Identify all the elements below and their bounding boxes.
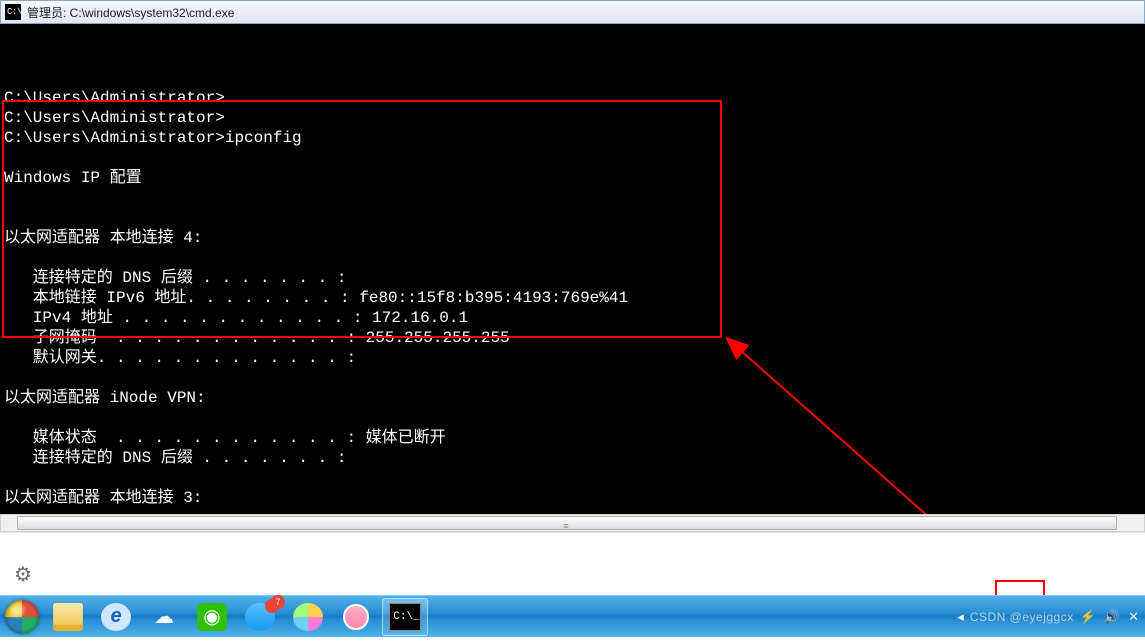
taskbar: e ☁ ◉ 7 C:\_ ◂ CSDN @eyejggcx ⚡ 🔊 ✕ [0,595,1145,637]
wechat-icon: ◉ [197,603,227,631]
taskbar-item-wechat[interactable]: ◉ [190,598,234,636]
terminal-line: Windows IP 配置 [0,168,1145,188]
terminal-line: 连接特定的 DNS 后缀 . . . . . . . : [0,448,1145,468]
terminal-body[interactable]: C:\Users\Administrator>C:\Users\Administ… [0,24,1145,514]
terminal-line [0,368,1145,388]
terminal-line: 以太网适配器 本地连接 3: [0,488,1145,508]
watermark-text: CSDN @eyejggcx [970,610,1074,624]
titlebar[interactable]: C:\. 管理员: C:\windows\system32\cmd.exe [0,0,1145,24]
windows-logo-icon [5,600,39,634]
taskbar-item-qq[interactable]: 7 [238,598,282,636]
cmd-taskbar-icon: C:\_ [389,603,421,631]
taskbar-item-cmd[interactable]: C:\_ [382,598,428,636]
taskbar-item-browser[interactable] [286,598,330,636]
terminal-line [0,208,1145,228]
cmd-window: C:\. 管理员: C:\windows\system32\cmd.exe C:… [0,0,1145,514]
start-button[interactable] [0,596,44,638]
taskbar-item-cloud[interactable]: ☁ [142,598,186,636]
circle-icon [343,604,369,630]
terminal-line [0,468,1145,488]
scrollbar-grip: ≡ [563,521,570,531]
window-title: 管理员: C:\windows\system32\cmd.exe [27,4,234,21]
cloud-icon: ☁ [149,603,179,631]
terminal-line: 媒体状态 . . . . . . . . . . . . : 媒体已断开 [0,428,1145,448]
browser-icon [293,603,323,631]
terminal-line: IPv4 地址 . . . . . . . . . . . . : 172.16… [0,308,1145,328]
terminal-line: 以太网适配器 iNode VPN: [0,388,1145,408]
terminal-line [0,148,1145,168]
terminal-line: 默认网关. . . . . . . . . . . . . : [0,348,1145,368]
terminal-line: 连接特定的 DNS 后缀 . . . . . . . : [0,268,1145,288]
system-tray: ◂ CSDN @eyejggcx ⚡ 🔊 ✕ [955,596,1145,637]
terminal-line: C:\Users\Administrator> [0,108,1145,128]
terminal-line [0,188,1145,208]
terminal-line: 子网掩码 . . . . . . . . . . . . : 255.255.2… [0,328,1145,348]
ie-icon: e [101,603,131,631]
editor-bottom-strip: ⚙ [0,532,1145,595]
gear-icon[interactable]: ⚙ [14,562,32,587]
horizontal-scrollbar[interactable]: ≡ [0,514,1145,532]
terminal-line [0,408,1145,428]
terminal-line: C:\Users\Administrator> [0,88,1145,108]
tray-volume-icon[interactable]: 🔊 [1102,609,1122,625]
tray-close-icon[interactable]: ✕ [1126,609,1141,625]
qq-badge: 7 [271,595,285,609]
taskbar-item-explorer[interactable] [46,598,90,636]
taskbar-item-circle[interactable] [334,598,378,636]
folder-icon [53,603,83,631]
tray-power-icon[interactable]: ⚡ [1078,609,1098,625]
tray-overflow-icon[interactable]: ◂ [955,609,966,625]
terminal-line [0,248,1145,268]
terminal-line: C:\Users\Administrator>ipconfig [0,128,1145,148]
taskbar-item-ie[interactable]: e [94,598,138,636]
cmd-icon: C:\. [5,4,21,20]
scrollbar-thumb[interactable]: ≡ [17,516,1117,530]
terminal-line: 以太网适配器 本地连接 4: [0,228,1145,248]
qq-icon [245,603,275,631]
terminal-line: 本地链接 IPv6 地址. . . . . . . . : fe80::15f8… [0,288,1145,308]
